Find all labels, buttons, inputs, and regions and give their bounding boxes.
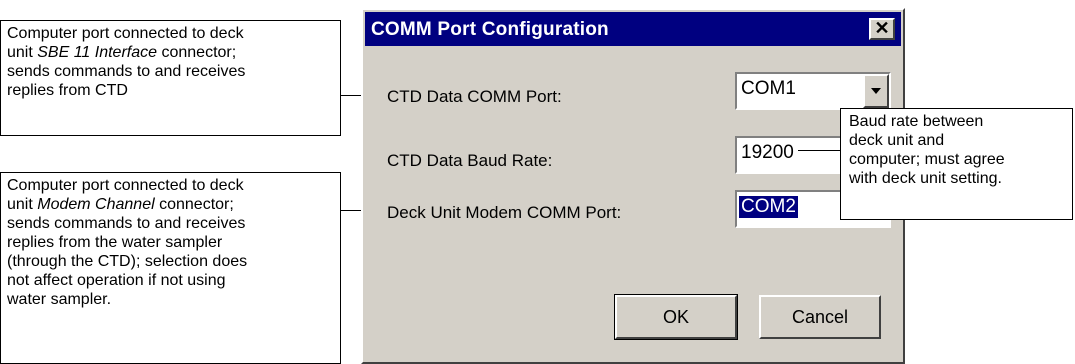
callout-line: with deck unit setting. [849,170,1002,187]
callout-line: (through the CTD); selection does [7,253,248,270]
callout-line: Baud rate between [849,113,984,130]
callout-baud-rate: Baud rate between deck unit and computer… [840,108,1073,220]
callout-line: replies from CTD [7,82,128,99]
callout-line: replies from the water sampler [7,234,223,251]
ok-button[interactable]: OK [614,294,738,340]
modem-port-label: Deck Unit Modem COMM Port: [387,203,622,222]
ctd-port-value: COM1 [741,78,796,99]
callout-line: computer; must agree [849,151,1005,168]
callout-line: unit Modem Channel connector; [7,196,234,213]
callout-modem-port: Computer port connected to deck unit Mod… [0,172,341,364]
callout-line: Computer port connected to deck [7,177,244,194]
callout-ctd-port: Computer port connected to deck unit SBE… [0,20,341,136]
close-icon: ✕ [874,18,890,38]
modem-port-value: COM2 [739,196,798,218]
baud-rate-value: 19200 [741,142,794,163]
dialog-title: COMM Port Configuration [371,19,609,40]
ctd-port-select[interactable]: COM1 [735,72,891,110]
ctd-port-dropdown-button[interactable] [863,74,889,108]
leader-line-baud [798,150,840,151]
callout-line: sends commands to and receives [7,215,246,232]
callout-line: water sampler. [7,291,112,308]
chevron-down-icon [871,88,881,94]
cancel-button[interactable]: Cancel [759,295,881,339]
comm-port-dialog: COMM Port Configuration ✕ CTD Data COMM … [361,8,905,364]
baud-rate-label: CTD Data Baud Rate: [387,151,553,170]
callout-line: deck unit and [849,132,945,149]
callout-line: Computer port connected to deck [7,25,244,42]
title-bar: COMM Port Configuration ✕ [365,12,901,46]
callout-line: unit SBE 11 Interface connector; [7,44,237,61]
callout-line: sends commands to and receives [7,63,246,80]
callout-line: not affect operation if not using [7,272,226,289]
close-button[interactable]: ✕ [869,18,895,40]
ctd-port-label: CTD Data COMM Port: [387,87,562,106]
